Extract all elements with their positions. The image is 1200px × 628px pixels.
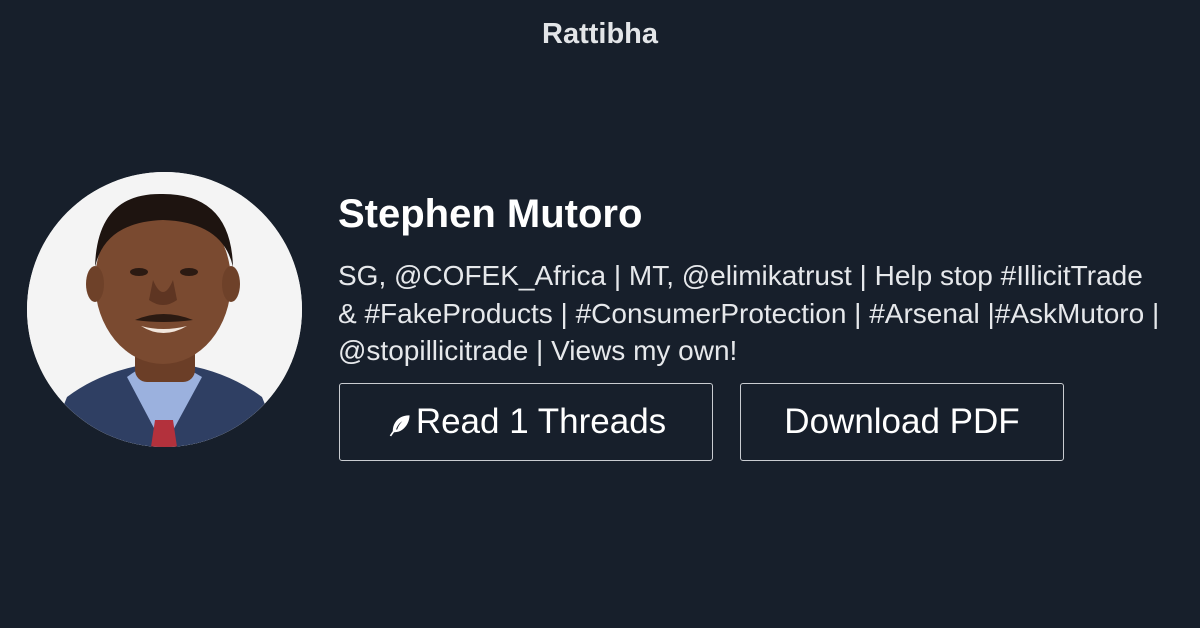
profile-name: Stephen Mutoro — [338, 192, 643, 236]
profile-photo-icon — [27, 172, 302, 447]
read-threads-button[interactable]: Read 1 Threads — [339, 383, 713, 461]
read-threads-label: Read 1 Threads — [415, 402, 667, 441]
download-pdf-label: Download PDF — [784, 402, 1020, 441]
download-pdf-button[interactable]: Download PDF — [740, 383, 1064, 461]
feather-icon — [389, 415, 410, 437]
avatar — [27, 172, 302, 447]
profile-bio: SG, @COFEK_Africa | MT, @elimikatrust | … — [338, 260, 1160, 366]
brand-title: Rattibha — [542, 18, 658, 50]
